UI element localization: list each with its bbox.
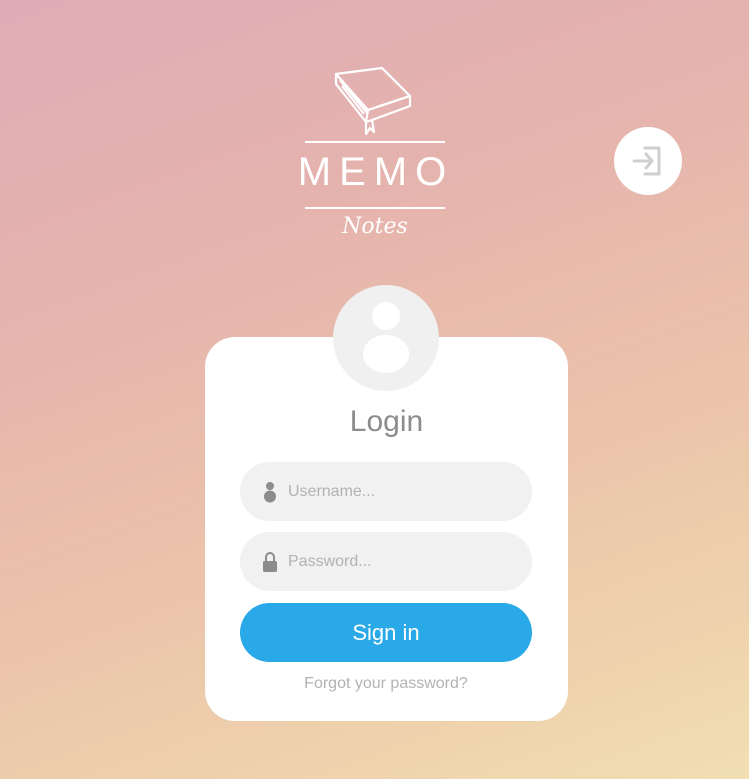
forgot-password-link[interactable]: Forgot your password?	[240, 675, 532, 693]
password-input[interactable]	[288, 552, 518, 571]
sign-in-arrow-icon	[632, 146, 661, 176]
avatar-body	[363, 335, 409, 373]
password-field[interactable]	[240, 532, 532, 591]
user-icon	[260, 480, 280, 504]
login-title: Login	[349, 405, 424, 438]
user-avatar-icon	[333, 285, 439, 391]
login-card	[205, 337, 568, 721]
lock-icon	[260, 550, 280, 574]
login-icon-button[interactable]	[614, 127, 682, 195]
username-field[interactable]	[240, 462, 532, 521]
brand-title: MEMO	[297, 150, 455, 194]
brand-subtitle: Notes	[342, 214, 408, 239]
username-input[interactable]	[288, 482, 518, 501]
sign-in-button[interactable]: Sign in	[240, 603, 532, 662]
avatar-head	[372, 302, 400, 330]
